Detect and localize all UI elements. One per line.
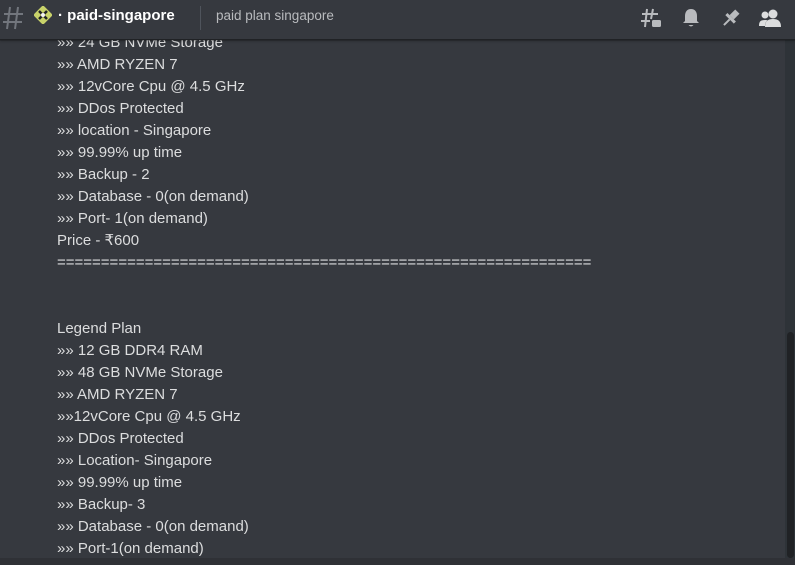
message-line: Price - ₹600: [57, 232, 140, 249]
message-line: »» DDos Protected: [57, 100, 184, 117]
message-line: »» Backup - 2: [57, 166, 150, 183]
message-line: »» Port-1(on demand): [57, 540, 204, 557]
hash-icon: [2, 4, 24, 32]
message-line: »» Location- Singapore: [57, 452, 213, 469]
message-line: »» 12 GB DDR4 RAM: [57, 342, 203, 359]
bell-icon[interactable]: [678, 5, 704, 31]
message-line: [57, 296, 777, 318]
message-line: »» Database - 0(on demand): [57, 188, 249, 205]
message-line: »» 24 GB NVMe Storage: [57, 40, 223, 51]
server-icon[interactable]: [33, 5, 53, 25]
message-line: »» Port- 1(on demand): [57, 210, 208, 227]
channel-header: · paid-singapore paid plan singapore: [0, 0, 795, 40]
message-line: »» Database - 0(on demand): [57, 518, 249, 535]
channel-name-text: paid-singapore: [67, 7, 175, 24]
threads-icon[interactable]: [638, 5, 664, 31]
message-line: Legend Plan: [57, 320, 142, 337]
message-line: »» 99.99% up time: [57, 144, 183, 161]
message-line: »» Backup- 3: [57, 496, 146, 513]
message-line: »» 48 GB NVMe Storage: [57, 364, 223, 381]
scrollbar-thumb[interactable]: [787, 332, 794, 558]
message-line: »» 99.99% up time: [57, 474, 183, 491]
message-content: »» 24 GB NVMe Storage »» AMD RYZEN 7 »» 12…: [57, 40, 777, 560]
header-divider: [200, 6, 201, 30]
channel-name: · paid-singapore: [58, 7, 175, 24]
message-line: »» AMD RYZEN 7: [57, 56, 178, 73]
message-line: ========================================…: [57, 254, 592, 271]
message-line: »»12vCore Cpu @ 4.5 GHz: [57, 408, 241, 425]
message-line: »» location - Singapore: [57, 122, 212, 139]
pin-icon[interactable]: [718, 5, 744, 31]
message-line: [57, 274, 777, 296]
message-line: »» 12vCore Cpu @ 4.5 GHz: [57, 78, 245, 95]
bottom-strip: [0, 558, 795, 565]
message-line: »» DDos Protected: [57, 430, 184, 447]
message-line: »» AMD RYZEN 7: [57, 386, 178, 403]
message-list[interactable]: »» 24 GB NVMe Storage »» AMD RYZEN 7 »» 12…: [0, 40, 795, 565]
members-icon[interactable]: [757, 5, 783, 31]
channel-topic[interactable]: paid plan singapore: [216, 8, 334, 23]
